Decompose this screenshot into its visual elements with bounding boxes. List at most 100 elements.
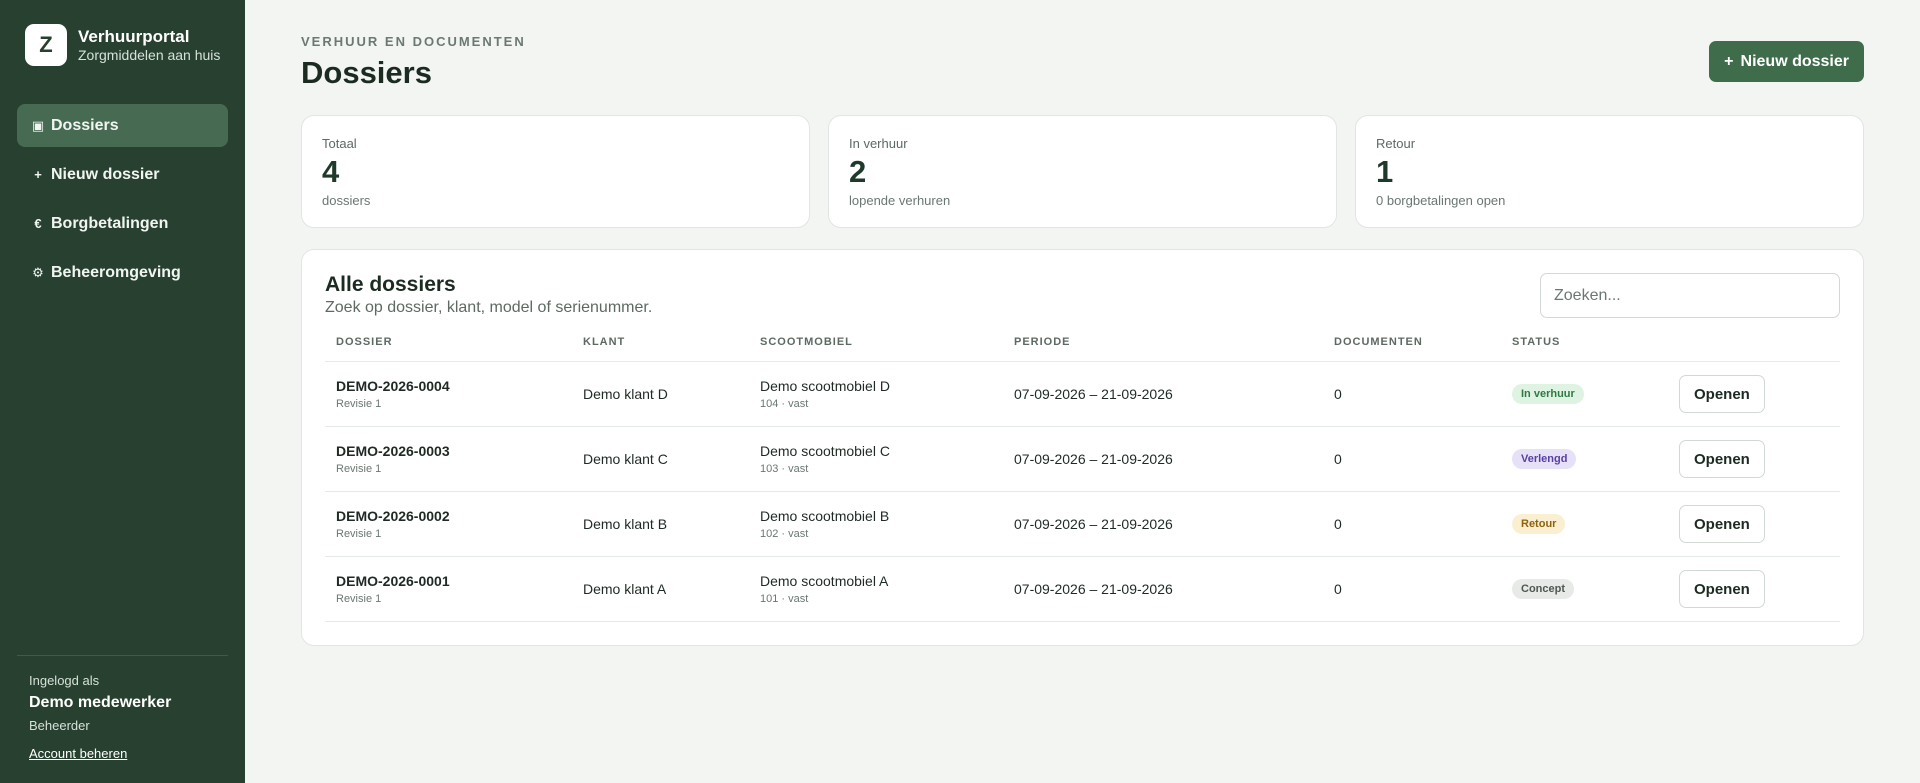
stat-card-in-verhuur: In verhuur 2 lopende verhuren <box>828 115 1337 228</box>
period-cell: 07-09-2026 – 21-09-2026 <box>1003 491 1323 557</box>
euro-icon: € <box>34 216 42 231</box>
status-cell: Retour <box>1501 491 1668 557</box>
column-header <box>1668 336 1840 362</box>
open-button[interactable]: Openen <box>1679 570 1765 608</box>
dossier-revision: Revisie 1 <box>336 463 382 475</box>
main-content: VERHUUR EN DOCUMENTEN Dossiers + Nieuw d… <box>245 0 1920 783</box>
client-cell: Demo klant C <box>572 426 749 492</box>
documents-cell: 0 <box>1323 491 1501 557</box>
sidebar-item-label: Beheeromgeving <box>51 263 181 281</box>
brand-title: Verhuurportal <box>78 27 190 46</box>
stats-row: Totaal 4 dossiers In verhuur 2 lopende v… <box>301 115 1864 228</box>
stat-sub: lopende verhuren <box>849 193 951 208</box>
client-cell: Demo klant D <box>572 361 749 427</box>
scooter-serial: 101 · vast <box>760 593 809 605</box>
sidebar-item-label: Nieuw dossier <box>51 165 160 183</box>
folder-icon: ▣ <box>31 117 45 133</box>
documents-cell: 0 <box>1323 426 1501 492</box>
user-name: Demo medewerker <box>29 694 172 711</box>
status-cell: Verlengd <box>1501 426 1668 492</box>
action-cell: Openen <box>1668 556 1840 622</box>
status-badge: In verhuur <box>1512 384 1584 404</box>
new-dossier-button[interactable]: + Nieuw dossier <box>1709 41 1864 82</box>
stat-card-retour: Retour 1 0 borgbetalingen open <box>1355 115 1864 228</box>
stat-value: 4 <box>322 154 340 189</box>
brand: Z Verhuurportal Zorgmiddelen aan huis <box>17 24 228 66</box>
period-cell: 07-09-2026 – 21-09-2026 <box>1003 556 1323 622</box>
client-cell: Demo klant B <box>572 491 749 557</box>
scooter-serial: 104 · vast <box>760 398 809 410</box>
dossier-cell: DEMO-2026-0001 Revisie 1 <box>325 556 572 622</box>
stat-value: 1 <box>1376 154 1394 189</box>
stat-sub: dossiers <box>322 193 371 208</box>
scooter-cell: Demo scootmobiel D 104 · vast <box>749 361 1003 427</box>
status-badge: Retour <box>1512 514 1566 534</box>
sidebar-item-nieuw-dossier[interactable]: + Nieuw dossier <box>17 153 228 196</box>
open-button[interactable]: Openen <box>1679 440 1765 478</box>
scooter-model: Demo scootmobiel A <box>760 573 889 589</box>
sidebar-item-label: Dossiers <box>51 116 119 134</box>
column-header: SCOOTMOBIEL <box>749 336 1003 362</box>
action-cell: Openen <box>1668 426 1840 492</box>
sidebar-item-borgbetalingen[interactable]: € Borgbetalingen <box>17 202 228 245</box>
stat-value: 2 <box>849 154 867 189</box>
dossier-revision: Revisie 1 <box>336 593 382 605</box>
brand-logo: Z <box>25 24 67 66</box>
period-cell: 07-09-2026 – 21-09-2026 <box>1003 361 1323 427</box>
scooter-model: Demo scootmobiel D <box>760 378 890 394</box>
scooter-cell: Demo scootmobiel C 103 · vast <box>749 426 1003 492</box>
column-header: STATUS <box>1501 336 1668 362</box>
sidebar-item-beheeromgeving[interactable]: ⚙ Beheeromgeving <box>17 251 228 294</box>
page-heading: VERHUUR EN DOCUMENTEN Dossiers <box>301 34 526 91</box>
dossier-number: DEMO-2026-0004 <box>336 378 450 394</box>
scooter-cell: Demo scootmobiel A 101 · vast <box>749 556 1003 622</box>
column-header: DOCUMENTEN <box>1323 336 1501 362</box>
dossiers-table-card: Alle dossiers Zoek op dossier, klant, mo… <box>301 249 1864 646</box>
scooter-model: Demo scootmobiel C <box>760 443 890 459</box>
stat-label: In verhuur <box>849 136 908 151</box>
status-badge: Concept <box>1512 579 1574 599</box>
column-header: PERIODE <box>1003 336 1323 362</box>
table-row: DEMO-2026-0003 Revisie 1 Demo klant C De… <box>325 426 1840 492</box>
table-row: DEMO-2026-0002 Revisie 1 Demo klant B De… <box>325 491 1840 557</box>
stat-label: Totaal <box>322 136 357 151</box>
account-link[interactable]: Account beheren <box>29 746 127 761</box>
period-cell: 07-09-2026 – 21-09-2026 <box>1003 426 1323 492</box>
table-header: Alle dossiers Zoek op dossier, klant, mo… <box>325 273 1840 318</box>
column-header: KLANT <box>572 336 749 362</box>
table-title: Alle dossiers <box>325 273 456 296</box>
dossier-cell: DEMO-2026-0003 Revisie 1 <box>325 426 572 492</box>
table-subtitle: Zoek op dossier, klant, model of serienu… <box>325 299 653 316</box>
open-button[interactable]: Openen <box>1679 505 1765 543</box>
status-cell: Concept <box>1501 556 1668 622</box>
dossiers-table: DOSSIER KLANT SCOOTMOBIEL PERIODE DOCUME… <box>325 336 1840 622</box>
action-cell: Openen <box>1668 361 1840 427</box>
dossier-revision: Revisie 1 <box>336 398 382 410</box>
gear-icon: ⚙ <box>32 264 44 280</box>
user-role: Beheerder <box>29 718 90 733</box>
new-dossier-label: Nieuw dossier <box>1740 52 1849 70</box>
scooter-cell: Demo scootmobiel B 102 · vast <box>749 491 1003 557</box>
stat-label: Retour <box>1376 136 1416 151</box>
open-button[interactable]: Openen <box>1679 375 1765 413</box>
column-header: DOSSIER <box>325 336 572 362</box>
client-cell: Demo klant A <box>572 556 749 622</box>
sidebar-item-dossiers[interactable]: ▣ Dossiers <box>17 104 228 147</box>
table-heading: Alle dossiers Zoek op dossier, klant, mo… <box>325 273 652 317</box>
dossier-number: DEMO-2026-0002 <box>336 508 450 524</box>
dossier-revision: Revisie 1 <box>336 528 382 540</box>
status-badge: Verlengd <box>1512 449 1577 469</box>
search-input[interactable] <box>1540 273 1840 318</box>
table-header-row: DOSSIER KLANT SCOOTMOBIEL PERIODE DOCUME… <box>325 336 1840 362</box>
stat-sub: 0 borgbetalingen open <box>1376 193 1506 208</box>
stat-card-total: Totaal 4 dossiers <box>301 115 810 228</box>
user-panel: Ingelogd als Demo medewerker Beheerder A… <box>17 655 228 763</box>
documents-cell: 0 <box>1323 361 1501 427</box>
scooter-model: Demo scootmobiel B <box>760 508 890 524</box>
dossier-number: DEMO-2026-0003 <box>336 443 450 459</box>
scooter-serial: 103 · vast <box>760 463 809 475</box>
dossier-cell: DEMO-2026-0004 Revisie 1 <box>325 361 572 427</box>
page-header: VERHUUR EN DOCUMENTEN Dossiers + Nieuw d… <box>301 34 1864 91</box>
dossier-cell: DEMO-2026-0002 Revisie 1 <box>325 491 572 557</box>
